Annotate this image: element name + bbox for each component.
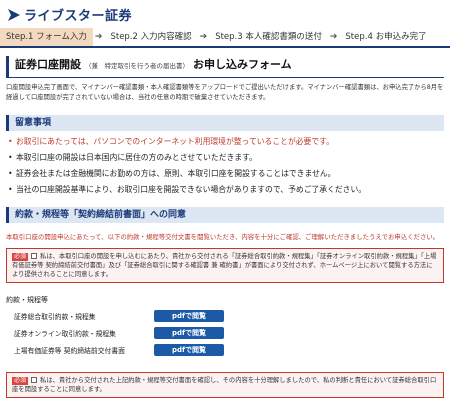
page-title: 証券口座開設 （兼 特定取引を行う者の届出書） お申し込みフォーム xyxy=(6,56,444,78)
doc-row: 上場有価証券等 契約締結前交付書面 pdfで閲覧 xyxy=(14,343,254,357)
terms-red-note: 本取引口座の開設申込にあたって、以下の約款・規程等交付文書を閲覧いただき、内容を… xyxy=(6,233,440,241)
agree-checkbox-2[interactable] xyxy=(31,377,38,383)
notice-list: お取引にあたっては、パソコンでのインターネット利用環境が整っていることが必要です… xyxy=(6,135,444,199)
step-indicator: Step.1 フォーム入力 ➔ Step.2 入力内容確認 ➔ Step.3 本… xyxy=(0,28,450,46)
page-title-sub: （兼 特定取引を行う者の届出書） xyxy=(85,62,189,70)
step-3: Step.3 本人確認書類の送付 xyxy=(215,32,322,42)
step-4: Step.4 お申込み完了 xyxy=(345,32,427,42)
agree-box-1: 必須 私は、本取引口座の開設を申し込むにあたり、貴社から交付される「証券総合取引約… xyxy=(6,248,444,283)
notice-item: 本取引口座の開設は日本国内に居住の方のみとさせていただきます。 xyxy=(6,151,444,167)
doc-name: 上場有価証券等 契約締結前交付書面 xyxy=(14,347,125,355)
step-arrow-icon: ➔ xyxy=(199,32,208,42)
docs-heading: 約款・規程等 xyxy=(6,296,48,304)
doc-name: 証券総合取引約款・規程集 xyxy=(14,313,96,321)
agree-checkbox-1[interactable] xyxy=(31,253,38,259)
page-title-main-label: 証券口座開設 xyxy=(15,58,81,71)
logo[interactable]: ライブスター証券 xyxy=(6,5,132,24)
logo-mark-icon xyxy=(6,7,22,23)
doc-name: 証券オンライン取引約款・規程集 xyxy=(14,330,116,338)
view-pdf-button[interactable]: pdfで閲覧 xyxy=(154,327,224,339)
step-1: Step.1 フォーム入力 xyxy=(0,28,93,46)
agree-text-2: 私は、貴社から交付された上記約款・規程等交付書面を確認し、その内容を十分理解しま… xyxy=(12,377,437,393)
step-divider xyxy=(0,46,450,48)
logo-text: ライブスター証券 xyxy=(24,9,133,24)
required-badge: 必須 xyxy=(12,377,29,385)
site-header: ライブスター証券 xyxy=(0,0,450,28)
doc-row: 証券総合取引約款・規程集 pdfで閲覧 xyxy=(14,309,254,323)
agree-text-1: 私は、本取引口座の開設を申し込むにあたり、貴社から交付される「証券総合取引約款・… xyxy=(12,253,437,278)
doc-row: 証券オンライン取引約款・規程集 pdfで閲覧 xyxy=(14,326,254,340)
step-arrow-icon: ➔ xyxy=(94,32,103,42)
intro-text: 口座開設申込完了画面で、マイナンバー確認書類・本人確認書類等をアップロードでご提… xyxy=(6,84,444,101)
required-badge: 必須 xyxy=(12,253,29,261)
terms-section-title: 約款・規程等「契約締結前書面」への同意 xyxy=(6,207,444,223)
step-2: Step.2 入力内容確認 xyxy=(110,32,192,42)
notice-item: お取引にあたっては、パソコンでのインターネット利用環境が整っていることが必要です… xyxy=(6,135,444,151)
notice-section-title: 留意事項 xyxy=(6,115,444,131)
notice-item: 当社の口座開設基準により、お取引口座を開設できない場合がありますので、予めご了承… xyxy=(6,183,444,199)
view-pdf-button[interactable]: pdfで閲覧 xyxy=(154,310,224,322)
step-arrow-icon: ➔ xyxy=(329,32,338,42)
page-title-form-label: お申し込みフォーム xyxy=(193,58,292,71)
agree-box-2: 必須 私は、貴社から交付された上記約款・規程等交付書面を確認し、その内容を十分理解… xyxy=(6,372,444,398)
view-pdf-button[interactable]: pdfで閲覧 xyxy=(154,344,224,356)
notice-item: 証券会社または金融機関にお勤めの方は、原則、本取引口座を開設することはできません… xyxy=(6,167,444,183)
